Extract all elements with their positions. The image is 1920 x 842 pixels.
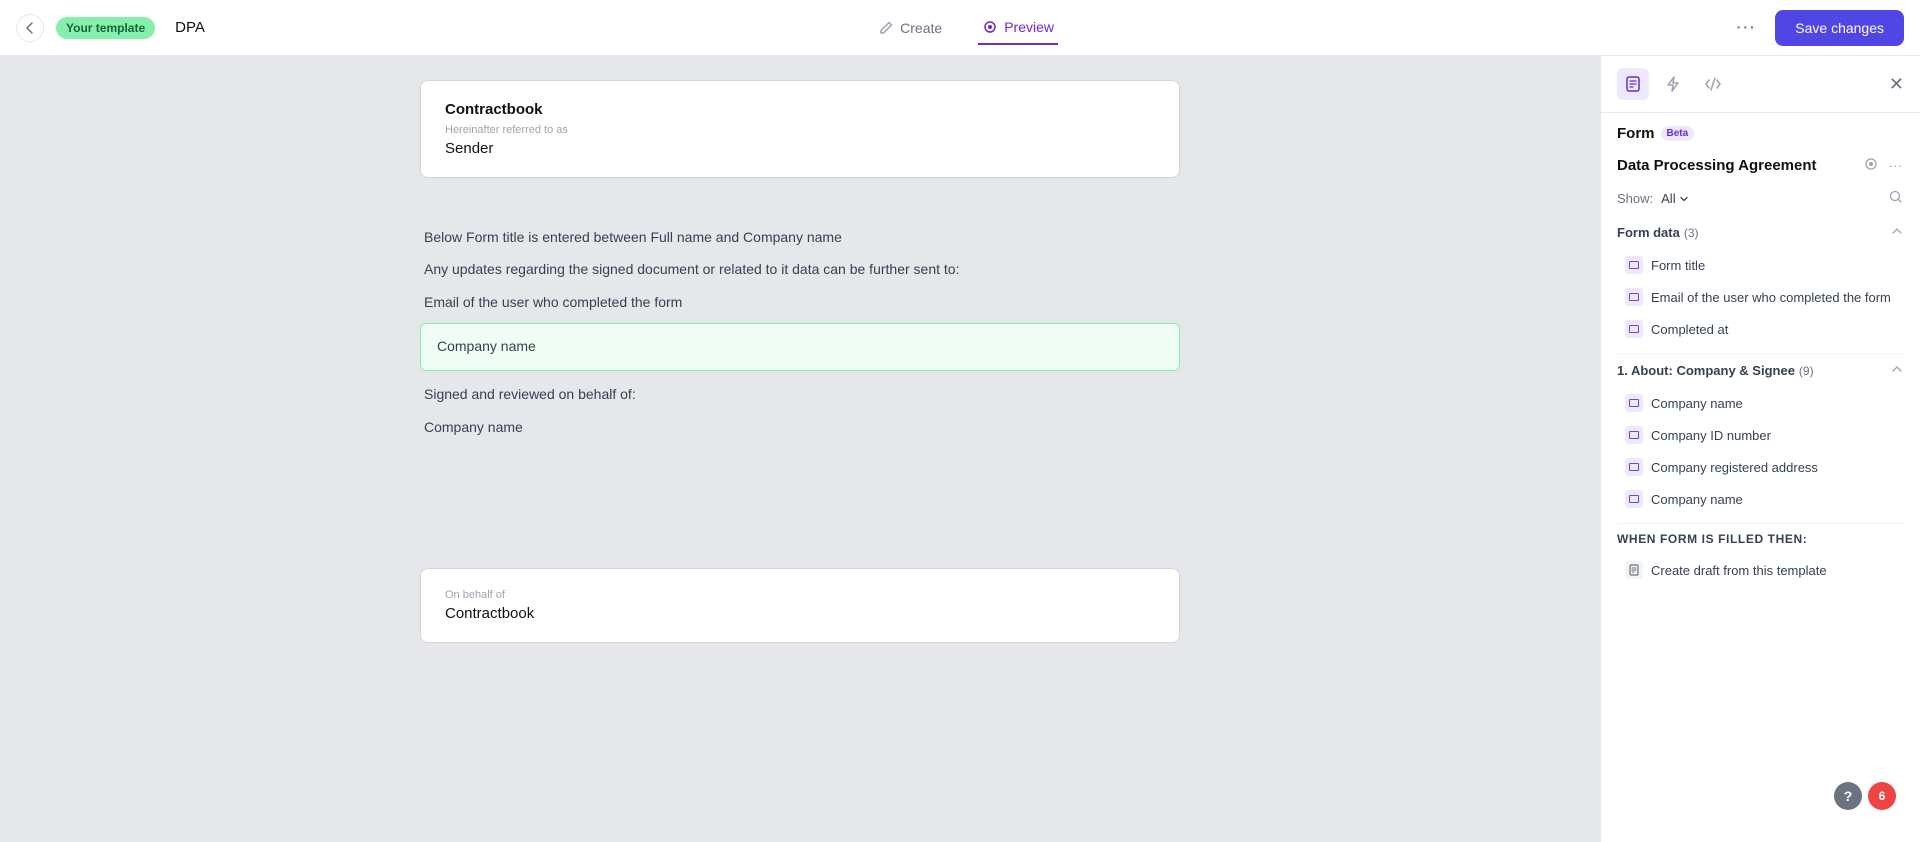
- close-sidebar-button[interactable]: ✕: [1889, 74, 1904, 95]
- doc-text-3: Email of the user who completed the form: [420, 291, 1180, 313]
- company-name-highlight-text: Company name: [437, 338, 536, 354]
- document-title: DPA: [175, 19, 205, 36]
- field-email-completed[interactable]: Email of the user who completed the form: [1617, 281, 1904, 313]
- field-icon-completed-at: [1625, 320, 1643, 338]
- section-divider: [1617, 353, 1904, 354]
- variables-icon[interactable]: [1697, 68, 1729, 100]
- about-label: 1. About: Company & Signee: [1617, 363, 1795, 378]
- beta-badge: Beta: [1661, 126, 1695, 141]
- help-badge[interactable]: ?: [1834, 782, 1862, 810]
- bottom-divider: [1617, 523, 1904, 524]
- field-form-title[interactable]: Form title: [1617, 249, 1904, 281]
- show-filter-row: Show: All: [1617, 189, 1904, 208]
- topbar-right: ··· Save changes: [1727, 10, 1904, 46]
- doc-name: Data Processing Agreement: [1617, 157, 1817, 174]
- doc-more-icon[interactable]: ···: [1887, 156, 1904, 175]
- field-completed-at[interactable]: Completed at: [1617, 313, 1904, 345]
- more-options-button[interactable]: ···: [1727, 12, 1763, 43]
- right-sidebar: ✕ Form Beta Data Processing Agreement ··…: [1600, 56, 1920, 842]
- create-nav-button[interactable]: Create: [874, 12, 946, 44]
- field-label-form-title: Form title: [1651, 258, 1705, 273]
- sender-card: Contractbook Hereinafter referred to as …: [420, 80, 1180, 178]
- form-label: Form: [1617, 125, 1655, 142]
- field-label-company-address: Company registered address: [1651, 460, 1818, 475]
- topbar-left: Your template DPA: [16, 14, 205, 42]
- form-data-collapse[interactable]: [1890, 224, 1904, 241]
- document-area[interactable]: Contractbook Hereinafter referred to as …: [0, 56, 1600, 842]
- form-data-count: (3): [1684, 226, 1699, 240]
- form-icon[interactable]: [1617, 68, 1649, 100]
- form-data-label: Form data: [1617, 225, 1680, 240]
- lightning-icon[interactable]: [1657, 68, 1689, 100]
- template-badge: Your template: [56, 17, 155, 39]
- show-all-select[interactable]: All: [1661, 191, 1689, 206]
- field-icon-company-name: [1625, 394, 1643, 412]
- sidebar-left-icons: [1617, 68, 1729, 100]
- field-label-company-name: Company name: [1651, 396, 1743, 411]
- preview-nav-button[interactable]: Preview: [978, 11, 1058, 45]
- field-company-name[interactable]: Company name: [1617, 387, 1904, 419]
- about-section-header: 1. About: Company & Signee (9): [1617, 362, 1904, 379]
- field-label-company-name-2: Company name: [1651, 492, 1743, 507]
- about-section-collapse[interactable]: [1890, 362, 1904, 379]
- behalf-card: On behalf of Contractbook: [420, 568, 1180, 643]
- field-label-completed-at: Completed at: [1651, 322, 1728, 337]
- topbar-nav: Create Preview: [874, 11, 1058, 45]
- field-label-company-id: Company ID number: [1651, 428, 1771, 443]
- doc-text-2: Any updates regarding the signed documen…: [420, 258, 1180, 280]
- company-name-card: Contractbook: [445, 101, 1155, 118]
- field-company-name-2[interactable]: Company name: [1617, 483, 1904, 515]
- save-changes-button[interactable]: Save changes: [1775, 10, 1904, 46]
- field-icon-email: [1625, 288, 1643, 306]
- doc-name-row: Data Processing Agreement ···: [1617, 154, 1904, 177]
- field-icon-company-name-2: [1625, 490, 1643, 508]
- field-icon-company-id: [1625, 426, 1643, 444]
- form-data-section-header: Form data (3): [1617, 224, 1904, 241]
- topbar: Your template DPA Create Preview ··· Sav…: [0, 0, 1920, 56]
- create-draft-item[interactable]: Create draft from this template: [1617, 554, 1904, 586]
- back-button[interactable]: [16, 14, 44, 42]
- about-count: (9): [1799, 364, 1814, 378]
- behalf-value: Contractbook: [445, 605, 1155, 622]
- field-company-address[interactable]: Company registered address: [1617, 451, 1904, 483]
- show-label: Show:: [1617, 191, 1653, 206]
- referred-label: Hereinafter referred to as: [445, 124, 1155, 136]
- doc-text-5: Company name: [420, 416, 1180, 438]
- preview-doc-icon[interactable]: [1861, 154, 1881, 177]
- field-icon-form-title: [1625, 256, 1643, 274]
- form-header-row: Form Beta: [1601, 113, 1920, 142]
- behalf-label: On behalf of: [445, 589, 1155, 601]
- form-data-title-row: Form data (3): [1617, 225, 1699, 240]
- draft-icon: [1625, 561, 1643, 579]
- field-company-id[interactable]: Company ID number: [1617, 419, 1904, 451]
- form-title-row: Form Beta: [1617, 125, 1694, 142]
- sidebar-topbar: ✕: [1601, 56, 1920, 113]
- about-title-row: 1. About: Company & Signee (9): [1617, 363, 1814, 378]
- field-icon-company-address: [1625, 458, 1643, 476]
- search-fields-button[interactable]: [1888, 189, 1904, 208]
- when-filled-section: When form is filled then: Create draft f…: [1617, 532, 1904, 586]
- notification-badge[interactable]: 6: [1868, 782, 1896, 810]
- sidebar-body: Data Processing Agreement ··· Show: All: [1601, 142, 1920, 842]
- document-content: Contractbook Hereinafter referred to as …: [420, 80, 1180, 643]
- referred-value: Sender: [445, 140, 1155, 157]
- doc-text-1: Below Form title is entered between Full…: [420, 226, 1180, 248]
- when-filled-label: When form is filled then:: [1617, 532, 1904, 546]
- company-name-highlight: Company name: [420, 323, 1180, 371]
- doc-text-4: Signed and reviewed on behalf of:: [420, 383, 1180, 405]
- doc-name-actions: ···: [1861, 154, 1904, 177]
- main-content: Contractbook Hereinafter referred to as …: [0, 56, 1920, 842]
- create-draft-label: Create draft from this template: [1651, 563, 1827, 578]
- field-label-email: Email of the user who completed the form: [1651, 290, 1891, 305]
